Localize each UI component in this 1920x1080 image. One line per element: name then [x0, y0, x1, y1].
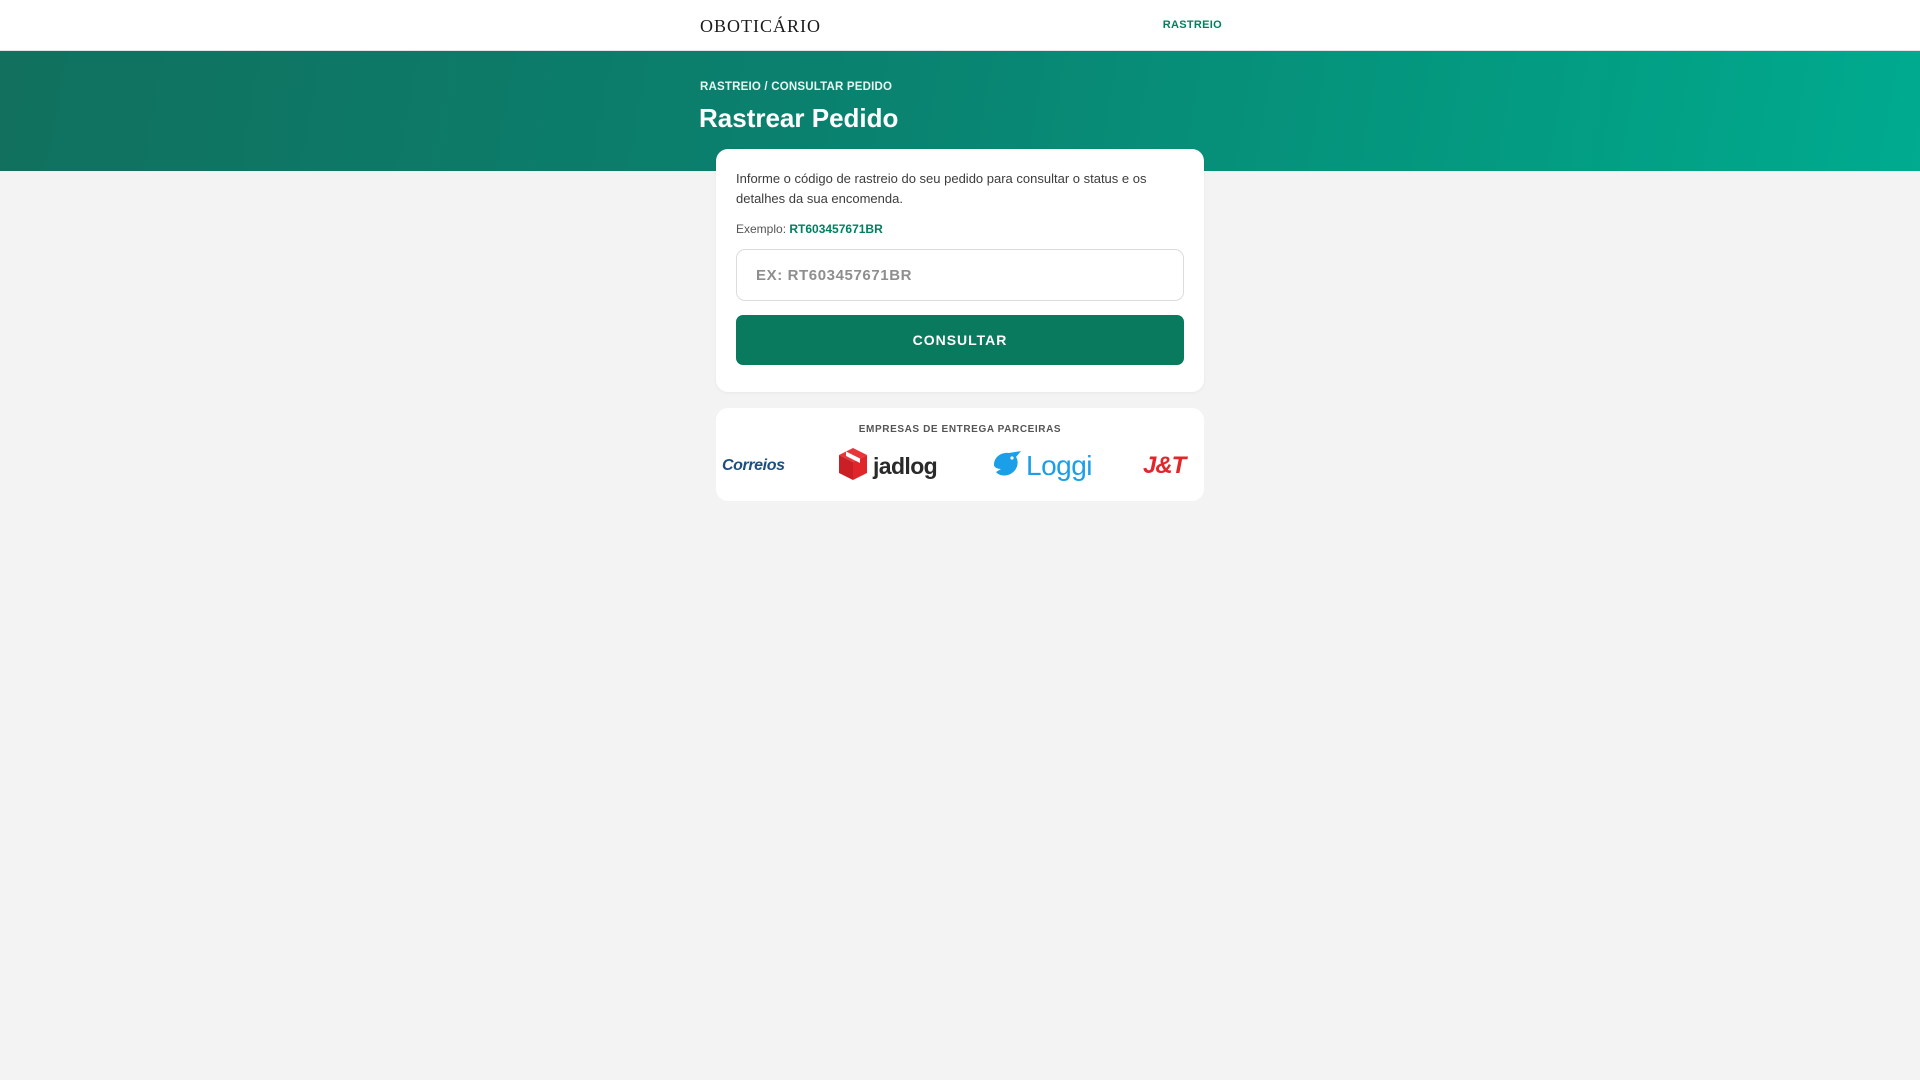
loggi-bird-icon — [991, 447, 1025, 486]
page-title: Rastrear Pedido — [699, 103, 899, 133]
header-inner: oBoticário RASTREIO — [700, 0, 1222, 50]
partners-title: EMPRESAS DE ENTREGA PARCEIRAS — [858, 424, 1062, 435]
tracking-card: Informe o código de rastreio do seu pedi… — [716, 149, 1204, 392]
partner-jadlog: jadlog — [838, 446, 938, 486]
example-code: RT603457671BR — [789, 222, 883, 236]
breadcrumb-separator: / — [761, 81, 772, 93]
tracking-code-input[interactable] — [736, 249, 1184, 301]
tracking-example: Exemplo: RT603457671BR — [736, 222, 1184, 236]
jadlog-wordmark: jadlog — [873, 452, 938, 479]
tracking-intro-text: Informe o código de rastreio do seu pedi… — [736, 171, 1147, 206]
partners-card: EMPRESAS DE ENTREGA PARCEIRAS Correios j… — [716, 408, 1204, 501]
breadcrumb-root-link[interactable]: RASTREIO — [700, 81, 761, 93]
top-header: oBoticário RASTREIO — [0, 0, 1920, 51]
example-label: Exemplo: — [736, 222, 790, 236]
partners-logo-strip: Correios jadlog Loggi J&T — [716, 446, 1204, 486]
nav-link-rastreio[interactable]: RASTREIO — [1163, 19, 1222, 31]
brand-logo[interactable]: oBoticário — [700, 11, 821, 39]
consultar-button[interactable]: CONSULTAR — [736, 315, 1184, 365]
jt-logo: J&T — [1143, 452, 1186, 479]
partner-jt: J&T — [1143, 446, 1186, 486]
breadcrumb-current: CONSULTAR PEDIDO — [771, 81, 893, 93]
loggi-wordmark: Loggi — [1026, 450, 1093, 481]
partner-correios: Correios — [722, 446, 785, 486]
correios-logo: Correios — [722, 457, 785, 474]
breadcrumb: RASTREIO / CONSULTAR PEDIDO — [700, 81, 892, 93]
jadlog-cube-icon — [838, 447, 868, 486]
partner-loggi: Loggi — [991, 446, 1093, 486]
